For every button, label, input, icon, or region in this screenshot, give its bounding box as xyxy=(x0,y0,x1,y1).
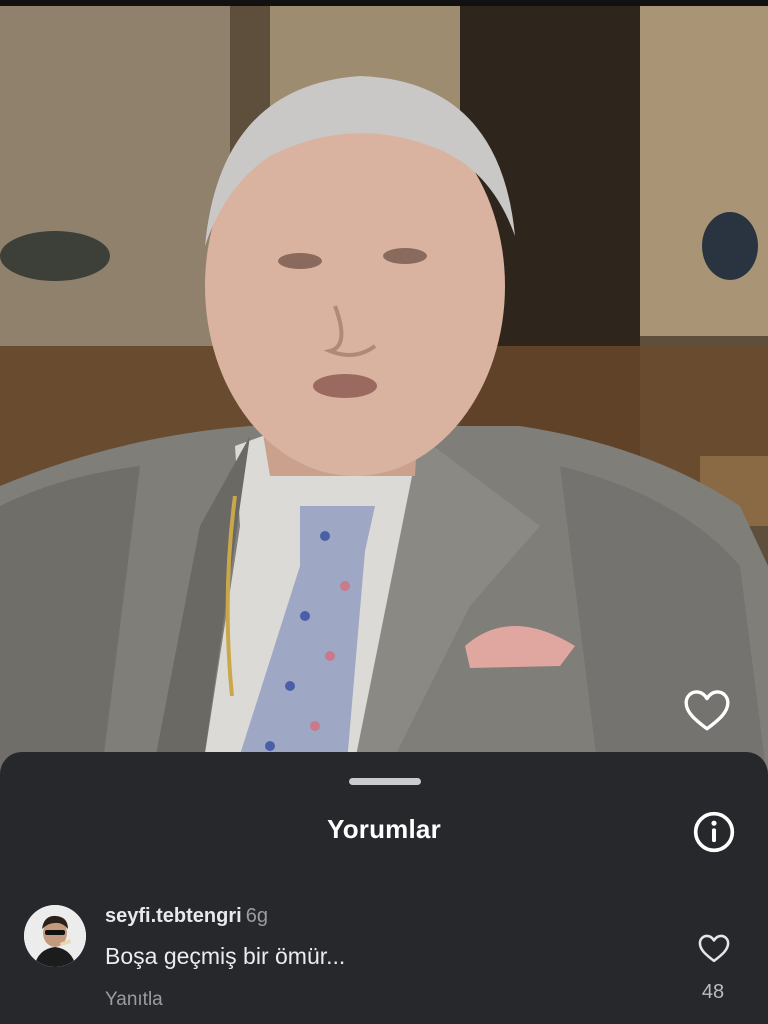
heart-outline-icon xyxy=(698,934,730,962)
video-like-button[interactable] xyxy=(682,686,736,736)
avatar-image xyxy=(24,905,86,967)
avatar[interactable] xyxy=(24,905,86,967)
reply-button[interactable]: Yanıtla xyxy=(105,989,163,1011)
comments-sheet: Yorumlar seyfi.tebtengri 6g Boşa geçmiş b… xyxy=(0,752,768,1024)
comment-like-count: 48 xyxy=(701,981,725,1003)
info-circle-icon xyxy=(693,811,735,853)
sheet-drag-handle[interactable] xyxy=(349,778,421,785)
comment-item: seyfi.tebtengri 6g Boşa geçmiş bir ömür..… xyxy=(0,897,768,1024)
comment-text: Boşa geçmiş bir ömür... xyxy=(105,943,346,969)
comment-username[interactable]: seyfi.tebtengri xyxy=(105,905,242,927)
comment-like-button[interactable] xyxy=(694,929,734,965)
comment-header: seyfi.tebtengri 6g xyxy=(105,905,268,928)
video-frame-image xyxy=(0,6,768,786)
info-button[interactable] xyxy=(690,808,738,856)
heart-outline-icon xyxy=(684,690,730,731)
sheet-title: Yorumlar xyxy=(327,814,441,844)
comment-time: 6g xyxy=(245,905,268,927)
video-player[interactable] xyxy=(0,6,768,786)
